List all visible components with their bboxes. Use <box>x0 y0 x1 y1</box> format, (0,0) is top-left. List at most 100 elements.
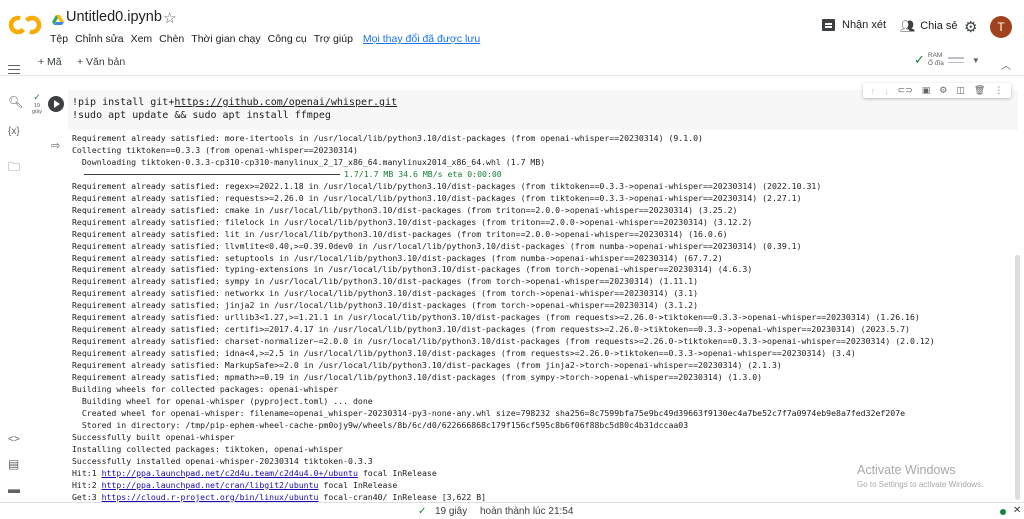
status-time: 19 giây <box>435 506 468 517</box>
output-line: Requirement already satisfied: requests>… <box>72 192 802 203</box>
add-text-button[interactable]: + Văn bản <box>77 56 125 68</box>
star-icon[interactable]: ☆ <box>163 9 176 27</box>
drive-icon <box>52 13 64 25</box>
link-icon[interactable]: ⊂⊃ <box>898 85 913 96</box>
move-up-icon[interactable]: ↑ <box>871 86 876 96</box>
disk-label: Ổ đĩa <box>927 60 944 67</box>
people-icon: 👥︎ <box>900 19 916 33</box>
output-line: Requirement already satisfied: urllib3<1… <box>72 312 920 323</box>
output-line: Requirement already satisfied: setuptool… <box>72 252 723 263</box>
output-line: Requirement already satisfied: regex>=20… <box>72 180 822 191</box>
output-line: Requirement already satisfied: more-iter… <box>72 133 703 143</box>
comment-icon <box>822 19 835 31</box>
command-palette-icon[interactable]: ▤ <box>8 457 19 471</box>
output-line: Requirement already satisfied: filelock … <box>72 216 753 227</box>
last-edit-status[interactable]: Mọi thay đổi đã được lưu <box>363 33 480 45</box>
output-line: Requirement already satisfied: charset-n… <box>72 336 935 347</box>
status-check-icon: ✓ <box>418 506 427 517</box>
menu-insert[interactable]: Chèn <box>159 33 184 45</box>
cell-settings-icon[interactable]: ⚙ <box>939 85 947 96</box>
terminal-icon[interactable]: ▬ <box>8 482 20 496</box>
connection-status-dot <box>1000 509 1006 515</box>
output-line: Downloading tiktoken-0.3.3-cp310-cp310-m… <box>72 156 546 167</box>
comment-label: Nhận xét <box>842 19 887 31</box>
code-content[interactable]: !pip install git+https://github.com/open… <box>72 97 397 122</box>
download-progress: 1.7/1.7 MB 34.6 MB/s eta 0:00:00 <box>72 169 1012 181</box>
output-line: Requirement already satisfied: networkx … <box>72 288 699 299</box>
share-label: Chia sẻ <box>920 20 958 32</box>
menu-view[interactable]: Xem <box>131 33 153 45</box>
left-sidebar: 🔍︎ {x} 🗀 <> ▤ ▬ <box>0 76 30 500</box>
output-line: Requirement already satisfied: lit in /u… <box>72 228 728 239</box>
cell-exec-status: ✓ 19 giây <box>30 92 44 115</box>
notebook-title[interactable]: Untitled0.ipynb <box>66 9 162 25</box>
menu-tools[interactable]: Công cụ <box>268 33 307 45</box>
progress-bar <box>84 173 340 175</box>
output-line: Requirement already satisfied: MarkupSaf… <box>72 360 782 371</box>
output-line: Requirement already satisfied: mpmath>=0… <box>72 372 763 383</box>
output-line: Stored in directory: /tmp/pip-ephem-whee… <box>72 419 689 430</box>
cell-output: Requirement already satisfied: more-iter… <box>72 133 1012 503</box>
menu-file[interactable]: Tệp <box>50 33 68 45</box>
mirror-cell-icon[interactable]: ◫ <box>956 85 965 96</box>
output-line: Building wheels for collected packages: … <box>72 384 339 395</box>
output-line: Installing collected packages: tiktoken,… <box>72 443 344 454</box>
done-check-icon: ✓ <box>33 92 41 102</box>
cell-toolbar: ↑ ↓ ⊂⊃ ▣ ⚙ ◫ 🗑︎ ⋮ <box>863 83 1011 98</box>
resource-bars <box>947 54 964 66</box>
output-line: Requirement already satisfied: certifi>=… <box>72 324 910 335</box>
add-code-button[interactable]: + Mã <box>38 56 62 68</box>
exec-time: 19 giây <box>31 103 43 115</box>
output-line: Created wheel for openai-whisper: filena… <box>72 407 906 418</box>
user-avatar[interactable]: T <box>990 16 1012 38</box>
move-down-icon[interactable]: ↓ <box>884 86 889 96</box>
output-line: Requirement already satisfied: typing-ex… <box>72 264 753 275</box>
output-line: Requirement already satisfied: cmake in … <box>72 204 738 215</box>
menu-help[interactable]: Trợ giúp <box>314 33 353 45</box>
code-url[interactable]: https://github.com/openai/whisper.git <box>174 97 397 108</box>
settings-gear-icon[interactable]: ⚙ <box>964 18 977 36</box>
variables-icon[interactable]: {x} <box>8 126 20 137</box>
apt-repo-link[interactable]: http://ppa.launchpad.net/cran/libgit2/ub… <box>102 480 319 490</box>
watermark-title: Activate Windows <box>857 463 956 477</box>
close-icon[interactable]: ✕ <box>1013 505 1021 516</box>
output-line: Requirement already satisfied: llvmlite<… <box>72 240 802 251</box>
output-line: Requirement already satisfied: idna<4,>=… <box>72 348 856 359</box>
toolbar: + Mã + Văn bản ✓ RAM Ổ đĩa ▼ ︿ <box>0 50 1024 76</box>
menu-bar: Tệp Chỉnh sửa Xem Chèn Thời gian chạy Cô… <box>50 33 487 45</box>
menu-runtime[interactable]: Thời gian chạy <box>191 33 260 45</box>
output-actions-icon[interactable]: ⇨ <box>51 139 60 152</box>
scrollbar[interactable] <box>1015 255 1020 500</box>
windows-activation-watermark: Activate Windows Go to Settings to activ… <box>857 463 983 489</box>
ram-disk-indicator[interactable]: ✓ RAM Ổ đĩa ▼ <box>914 52 980 68</box>
code-snippets-icon[interactable]: <> <box>8 434 20 445</box>
folder-icon[interactable]: 🗀 <box>8 158 20 179</box>
colab-logo[interactable] <box>8 12 42 38</box>
ram-label: RAM <box>927 52 943 59</box>
apt-repo-link[interactable]: https://cloud.r-project.org/bin/linux/ub… <box>102 492 319 502</box>
chevron-down-icon[interactable]: ▼ <box>972 56 980 65</box>
share-button[interactable]: 👥︎ Chia sẻ <box>900 19 958 33</box>
connected-check-icon: ✓ <box>914 52 925 67</box>
progress-text: 1.7/1.7 MB 34.6 MB/s eta 0:00:00 <box>344 168 502 179</box>
output-line: Building wheel for openai-whisper (pypro… <box>72 395 373 406</box>
output-line: Requirement already satisfied: jinja2 in… <box>72 300 699 311</box>
comment-cell-icon[interactable]: ▣ <box>922 85 931 96</box>
search-icon[interactable]: 🔍︎ <box>8 95 23 109</box>
comment-button[interactable]: Nhận xét <box>822 19 886 31</box>
watermark-subtitle: Go to Settings to activate Windows. <box>857 480 984 489</box>
menu-hamburger-icon[interactable] <box>8 65 20 74</box>
chevron-up-icon[interactable]: ︿ <box>1001 57 1011 72</box>
status-completed: hoàn thành lúc 21:54 <box>480 506 574 517</box>
app-header: Untitled0.ipynb ☆ Tệp Chỉnh sửa Xem Chèn… <box>0 0 1024 50</box>
code-line-1: !pip install git+ <box>72 97 175 108</box>
menu-edit[interactable]: Chỉnh sửa <box>75 33 123 45</box>
output-line: Requirement already satisfied: sympy in … <box>72 276 699 287</box>
delete-icon[interactable]: 🗑︎ <box>974 85 985 96</box>
apt-repo-link[interactable]: http://ppa.launchpad.net/c2d4u.team/c2d4… <box>102 468 358 478</box>
output-line: Successfully built openai-whisper <box>72 431 235 442</box>
output-line: Collecting tiktoken==0.3.3 (from openai-… <box>72 144 358 155</box>
more-options-icon[interactable]: ⋮ <box>994 85 1003 96</box>
run-cell-button[interactable] <box>48 96 64 112</box>
status-bar: ✓ 19 giây hoàn thành lúc 21:54 ✕ <box>0 502 1024 519</box>
